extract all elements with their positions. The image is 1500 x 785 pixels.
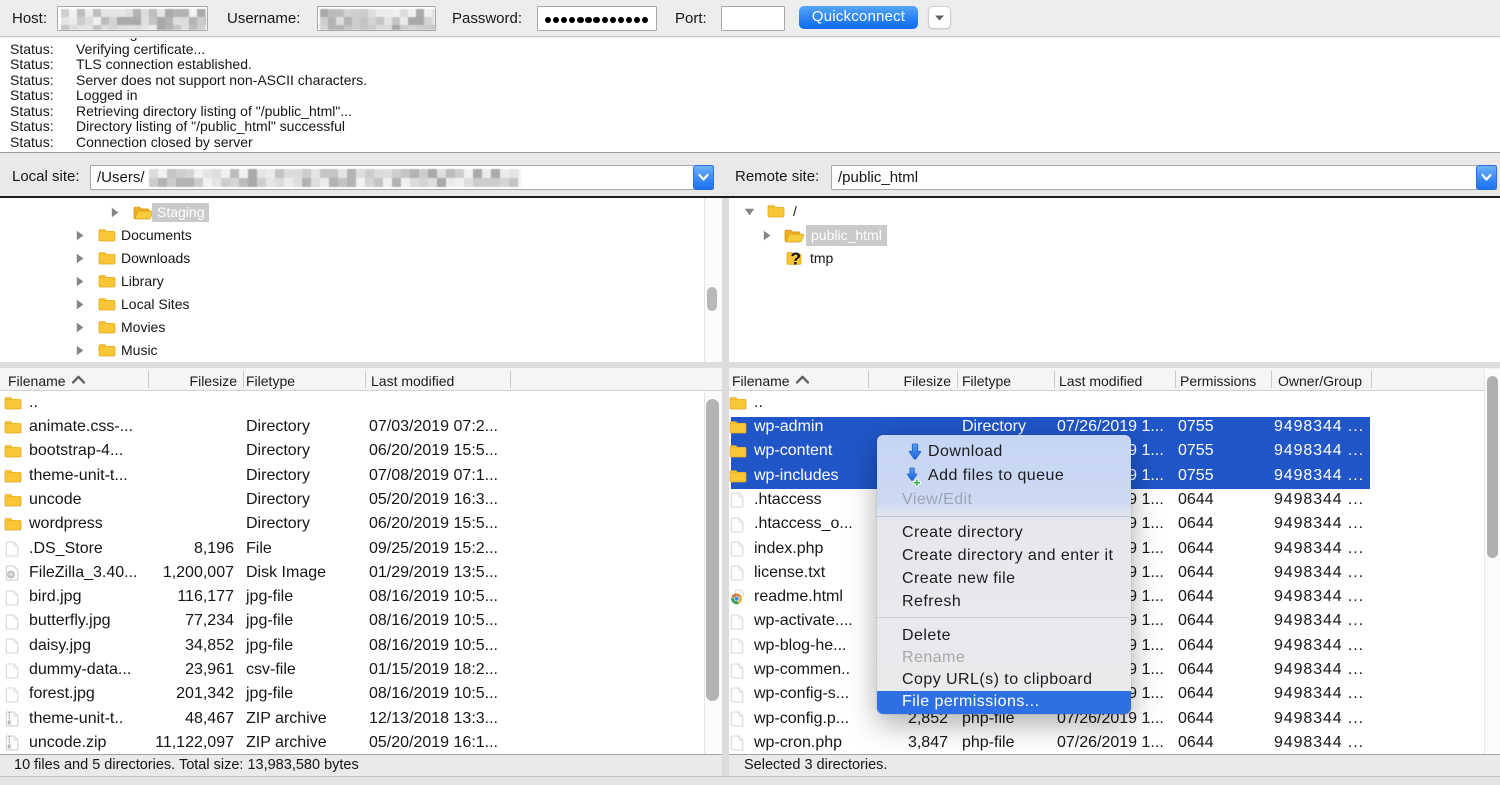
svg-text:?: ? bbox=[790, 250, 801, 266]
